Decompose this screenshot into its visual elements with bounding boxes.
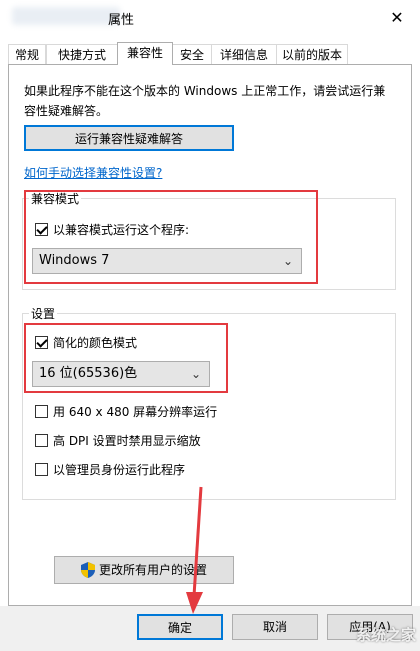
change-all-users-label: 更改所有用户的设置 bbox=[98, 563, 207, 577]
tab-shortcut[interactable]: 快捷方式 bbox=[46, 44, 118, 64]
blurred-filename bbox=[12, 7, 120, 25]
high-dpi-label: 高 DPI 设置时禁用显示缩放 bbox=[53, 434, 201, 448]
window-title: 属性 bbox=[108, 13, 135, 28]
high-dpi-checkbox[interactable] bbox=[35, 434, 48, 447]
highlight-compat-mode bbox=[24, 190, 318, 284]
high-dpi-row[interactable]: 高 DPI 设置时禁用显示缩放 bbox=[35, 432, 201, 449]
tab-details[interactable]: 详细信息 bbox=[211, 44, 277, 64]
run-as-admin-checkbox[interactable] bbox=[35, 463, 48, 476]
settings-legend: 设置 bbox=[31, 307, 56, 321]
tab-strip: 常规 快捷方式 兼容性 安全 详细信息 以前的版本 bbox=[8, 42, 412, 65]
run-as-admin-row[interactable]: 以管理员身份运行此程序 bbox=[35, 461, 185, 478]
uac-shield-icon bbox=[80, 562, 95, 578]
tab-security[interactable]: 安全 bbox=[172, 44, 212, 64]
resolution-640-label: 用 640 x 480 屏幕分辨率运行 bbox=[53, 405, 218, 419]
ok-button[interactable]: 确定 bbox=[137, 614, 223, 640]
title-bar: 属性 ✕ bbox=[0, 0, 420, 34]
intro-text: 如果此程序不能在这个版本的 Windows 上正常工作，请尝试运行兼容性疑难解答… bbox=[24, 84, 386, 118]
close-icon[interactable]: ✕ bbox=[374, 0, 420, 34]
tab-general[interactable]: 常规 bbox=[8, 44, 46, 64]
watermark-logo: 系统之家 bbox=[355, 626, 416, 644]
manual-settings-link[interactable]: 如何手动选择兼容性设置? bbox=[24, 164, 162, 181]
cancel-button[interactable]: 取消 bbox=[232, 614, 318, 640]
run-as-admin-label: 以管理员身份运行此程序 bbox=[53, 463, 186, 477]
resolution-640-checkbox[interactable] bbox=[35, 405, 48, 418]
resolution-640-row[interactable]: 用 640 x 480 屏幕分辨率运行 bbox=[35, 403, 217, 420]
tab-previous-versions[interactable]: 以前的版本 bbox=[276, 44, 348, 64]
tab-compatibility[interactable]: 兼容性 bbox=[117, 42, 173, 65]
highlight-color-mode bbox=[24, 323, 228, 393]
run-troubleshooter-button[interactable]: 运行兼容性疑难解答 bbox=[24, 125, 234, 151]
change-all-users-button[interactable]: 更改所有用户的设置 bbox=[54, 556, 234, 584]
